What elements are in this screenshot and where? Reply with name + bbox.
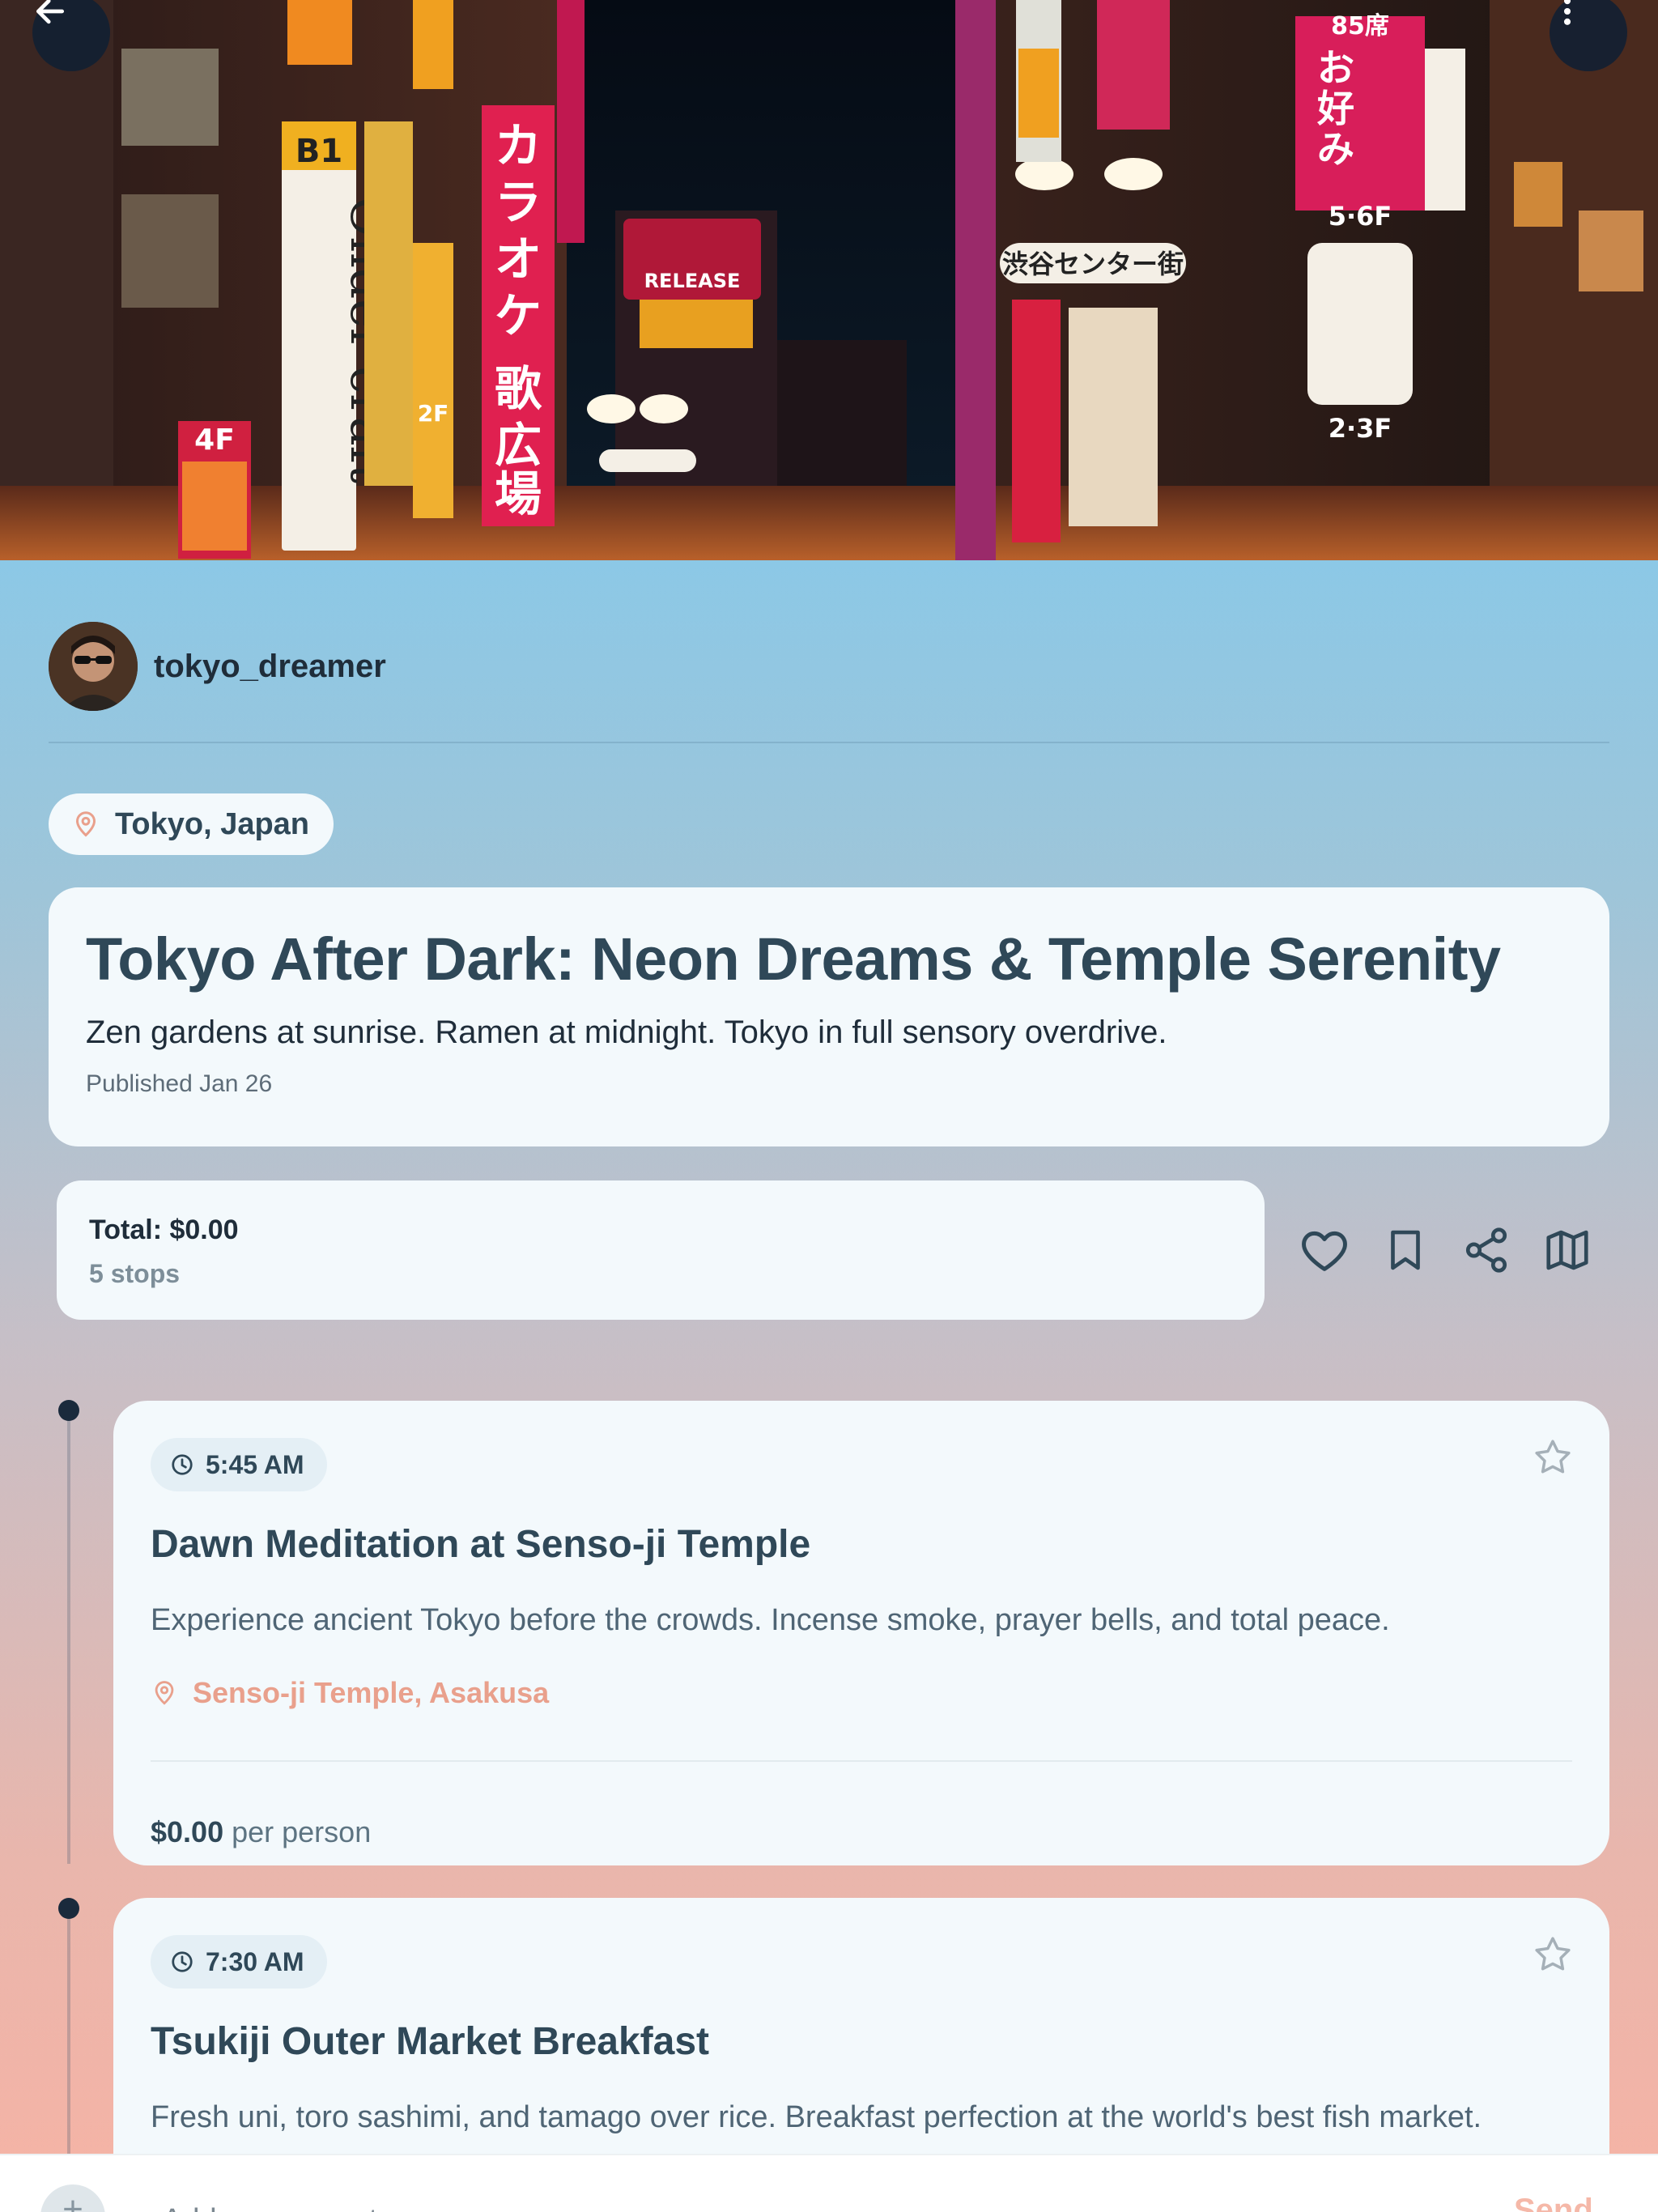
timeline-dot: [58, 1400, 79, 1421]
post-title: Tokyo After Dark: Neon Dreams & Temple S…: [86, 925, 1501, 993]
svg-text:渋谷センター街: 渋谷センター街: [1002, 249, 1184, 279]
svg-text:カ: カ: [495, 118, 542, 173]
location-label: Tokyo, Japan: [115, 806, 310, 841]
post-actions: [1295, 1210, 1596, 1291]
sign-b1: B1: [295, 133, 342, 170]
comment-input[interactable]: [162, 2196, 1376, 2212]
stop-location-label: Senso-ji Temple, Asakusa: [193, 1676, 550, 1709]
avatar[interactable]: [49, 622, 138, 711]
map-icon: [1546, 1230, 1588, 1270]
svg-text:好: 好: [1316, 87, 1354, 130]
timeline-line: [67, 1410, 70, 1864]
star-icon: [1535, 1440, 1571, 1474]
like-button[interactable]: [1295, 1221, 1354, 1279]
clock-icon: [172, 1951, 193, 1972]
more-vertical-icon: [1563, 0, 1571, 25]
timeline-line: [67, 1909, 70, 2160]
price-amount: $0.00: [151, 1815, 224, 1848]
svg-text:5·6F: 5·6F: [1329, 201, 1392, 232]
comment-bar: + Send: [0, 2154, 1658, 2212]
stop-time: 7:30 AM: [206, 1946, 304, 1976]
heart-icon: [1302, 1231, 1347, 1271]
send-button[interactable]: Send: [1514, 2193, 1593, 2212]
map-pin-icon: [155, 1681, 174, 1705]
svg-text:オ: オ: [495, 232, 542, 287]
avatar-image: [49, 622, 138, 711]
svg-text:2·3F: 2·3F: [1329, 413, 1392, 444]
price-suffix: per person: [232, 1815, 372, 1848]
favorite-button[interactable]: [1530, 1435, 1575, 1480]
stop-description: Experience ancient Tokyo before the crow…: [151, 1603, 1390, 1637]
svg-text:85席: 85席: [1331, 12, 1389, 40]
svg-text:歌: 歌: [495, 361, 542, 416]
trip-summary-card: Total: $0.00 5 stops: [57, 1180, 1265, 1320]
bookmark-icon: [1391, 1230, 1420, 1270]
post-header-card: Tokyo After Dark: Neon Dreams & Temple S…: [49, 887, 1609, 1146]
user-avatar-icon: +: [40, 2184, 105, 2212]
stop-card[interactable]: 5:45 AM Dawn Meditation at Senso-ji Temp…: [113, 1401, 1609, 1865]
stop-location[interactable]: Senso-ji Temple, Asakusa: [151, 1676, 549, 1710]
divider: [151, 1760, 1572, 1762]
stop-time: 5:45 AM: [206, 1449, 304, 1479]
share-icon: [1465, 1227, 1507, 1273]
total-cost: Total: $0.00: [89, 1214, 239, 1245]
share-button[interactable]: [1457, 1221, 1516, 1279]
hero-illustration: B1 Onder craft 4F 2F カ ラ オ ケ 歌 広 場 RELEA…: [0, 0, 1658, 560]
time-chip: 7:30 AM: [151, 1935, 327, 1989]
timeline-dot: [58, 1898, 79, 1919]
post-subtitle: Zen gardens at sunrise. Ramen at midnigh…: [86, 1015, 1167, 1051]
svg-text:広: 広: [495, 418, 542, 473]
map-button[interactable]: [1538, 1221, 1596, 1279]
time-chip: 5:45 AM: [151, 1438, 327, 1491]
svg-text:お: お: [1317, 46, 1354, 90]
stop-title: Dawn Meditation at Senso-ji Temple: [151, 1523, 811, 1566]
stop-price: $0.00 per person: [151, 1815, 371, 1849]
stop-title: Tsukiji Outer Market Breakfast: [151, 2020, 710, 2063]
svg-text:ラ: ラ: [495, 175, 542, 230]
location-chip[interactable]: Tokyo, Japan: [49, 793, 334, 855]
map-pin-icon: [75, 811, 96, 837]
divider: [49, 742, 1609, 743]
author-row[interactable]: tokyo_dreamer: [49, 622, 386, 711]
svg-text:ケ: ケ: [495, 288, 542, 343]
stop-count: 5 stops: [89, 1259, 181, 1288]
svg-text:場: 場: [495, 466, 542, 521]
svg-text:み: み: [1317, 127, 1354, 171]
author-username[interactable]: tokyo_dreamer: [154, 649, 386, 685]
bookmark-button[interactable]: [1376, 1221, 1435, 1279]
star-icon: [1535, 1937, 1571, 1971]
sign-4f: 4F: [194, 423, 235, 457]
clock-icon: [172, 1454, 193, 1475]
stop-description: Fresh uni, toro sashimi, and tamago over…: [151, 2100, 1482, 2134]
hero-image: B1 Onder craft 4F 2F カ ラ オ ケ 歌 広 場 RELEA…: [0, 0, 1658, 560]
arrow-left-icon: [36, 0, 65, 24]
published-date: Published Jan 26: [86, 1070, 273, 1098]
favorite-button[interactable]: [1530, 1932, 1575, 1977]
svg-text:2F: 2F: [418, 400, 449, 427]
svg-text:RELEASE: RELEASE: [644, 270, 741, 292]
